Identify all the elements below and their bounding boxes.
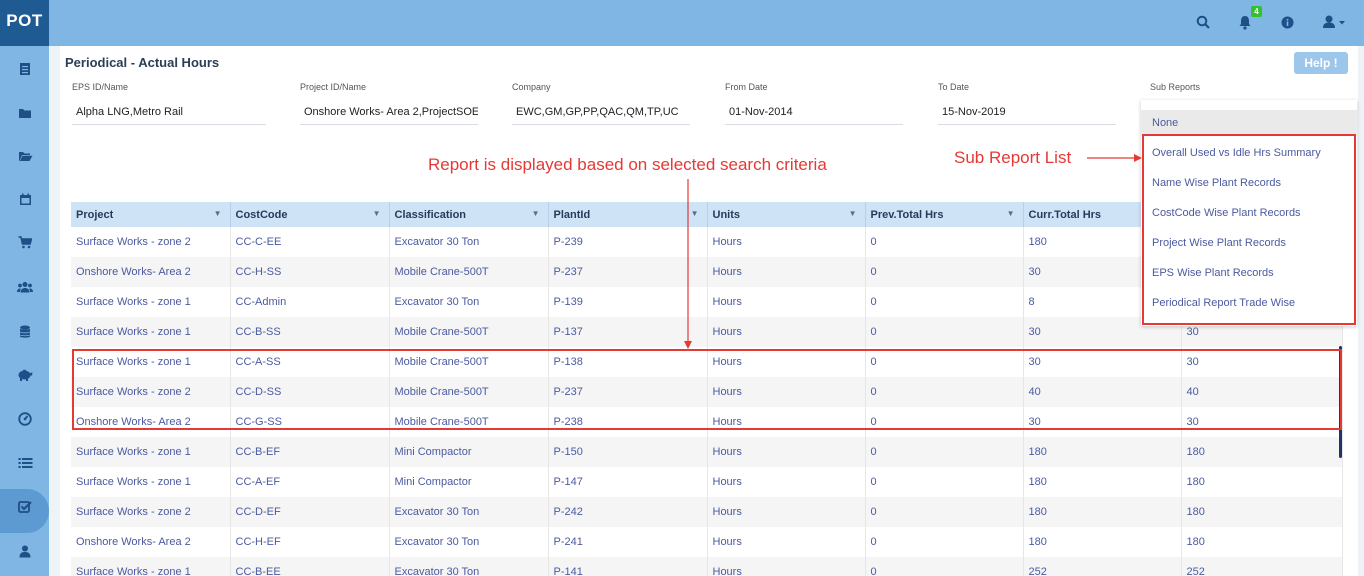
- annotation-arrows: [684, 154, 1142, 349]
